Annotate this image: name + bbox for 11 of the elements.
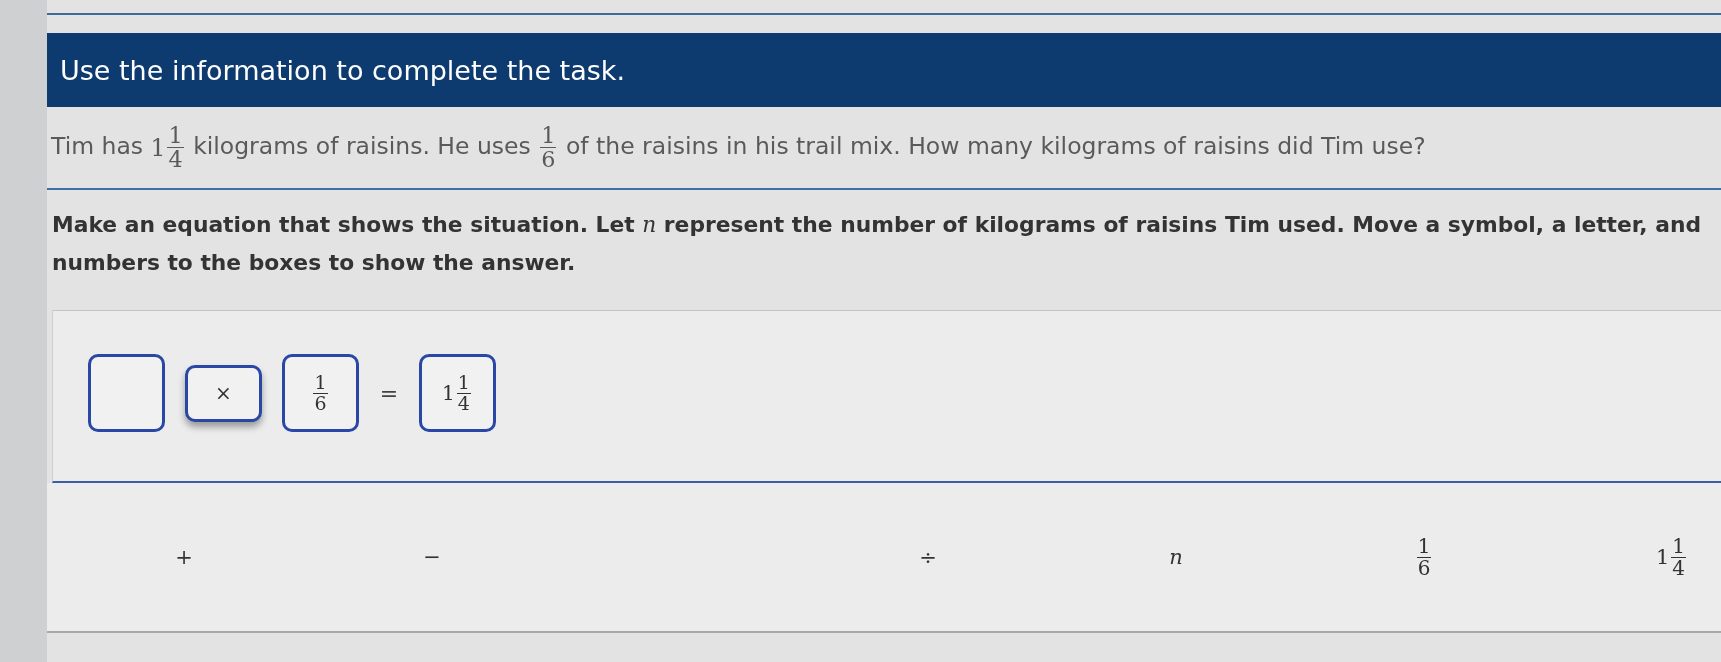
header-title: Use the information to complete the task. [60, 54, 626, 86]
answer-tile[interactable]: + [169, 541, 199, 573]
instruction-text: Make an equation that shows the situation. Let n represent the number of kilograms of raisins Tim used. Move a symbol, a letter, and numbers to the boxes to show the answer. [51, 211, 1703, 277]
answer-tile[interactable]: n [1163, 541, 1189, 573]
answer-tile[interactable]: 1 6 [1408, 531, 1440, 583]
answer-box[interactable]: × [185, 364, 262, 422]
answer-tile[interactable]: ÷ [913, 541, 943, 573]
answer-tile[interactable]: − [417, 541, 447, 573]
equals-sign: = [379, 380, 399, 406]
answer-box[interactable]: 1 6 [282, 354, 359, 432]
answer-box[interactable] [88, 354, 165, 432]
